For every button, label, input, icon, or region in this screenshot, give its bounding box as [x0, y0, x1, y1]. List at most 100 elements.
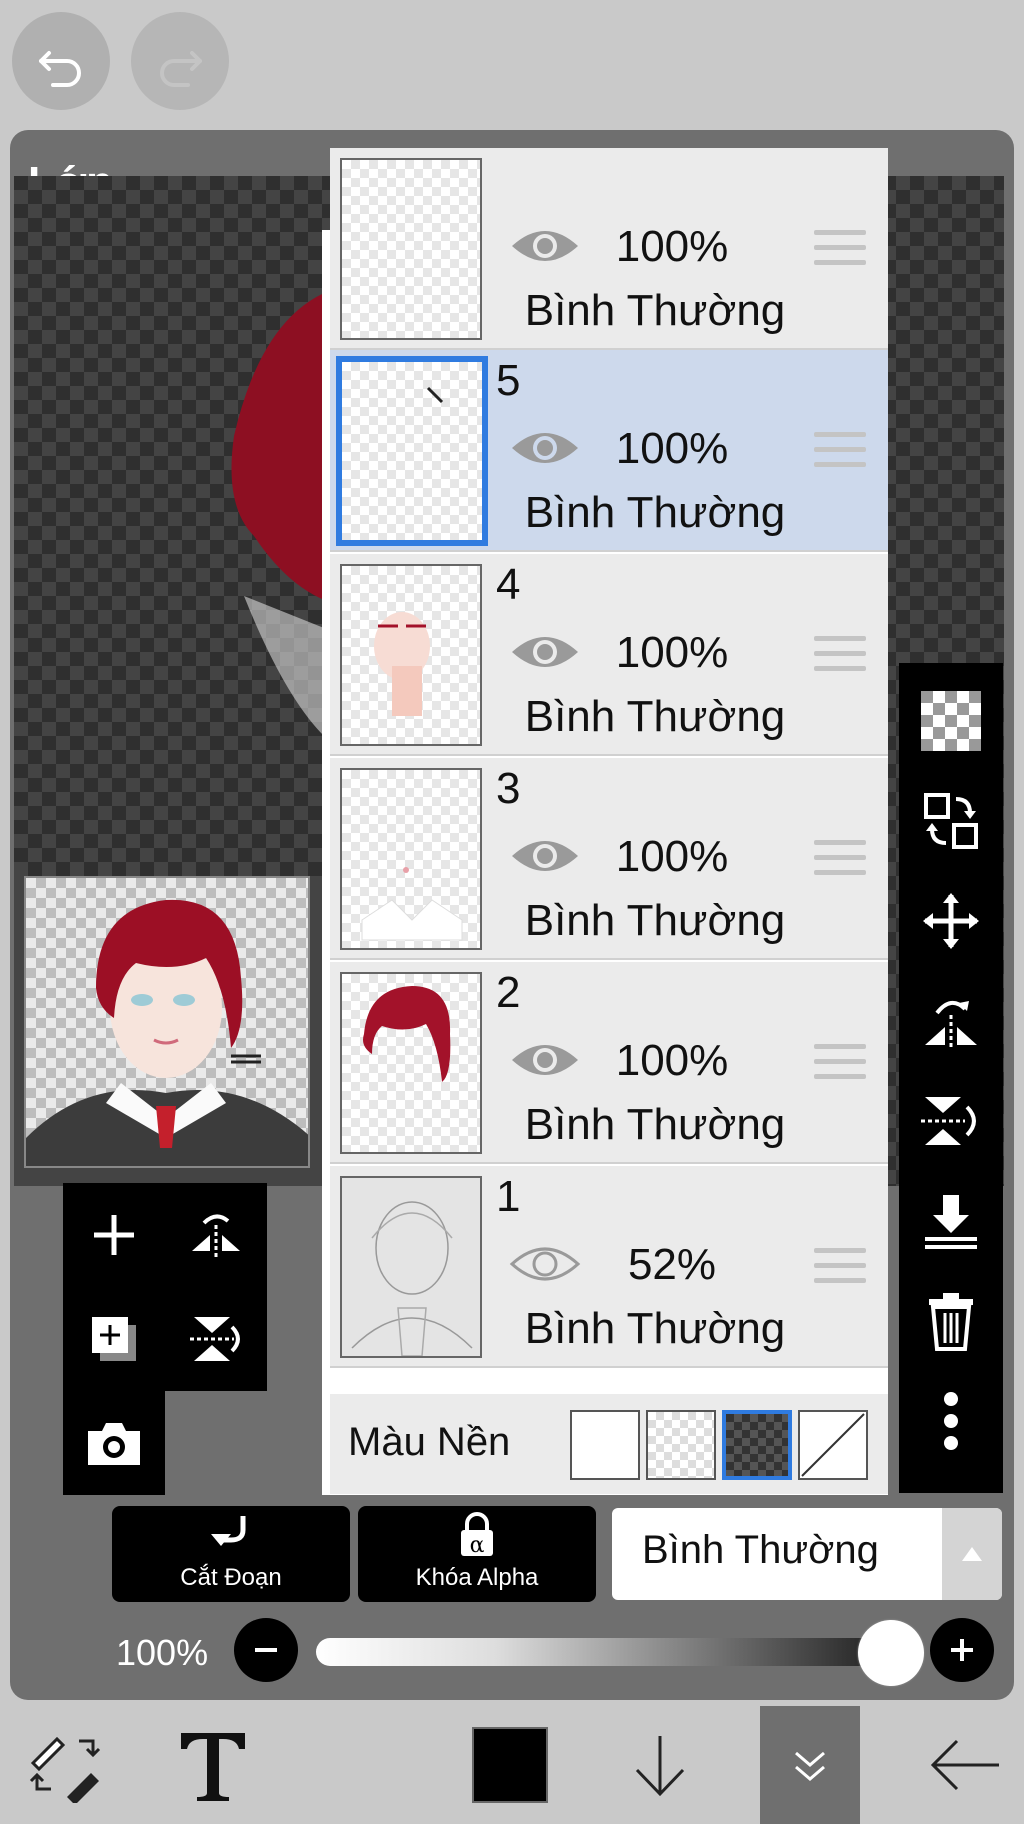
eye-icon[interactable] — [508, 628, 582, 676]
flip-button[interactable] — [165, 1183, 267, 1287]
collapse-panel-button[interactable] — [760, 1706, 860, 1824]
blend-mode-select[interactable]: Bình Thường — [612, 1508, 1002, 1600]
layer-number: 4 — [496, 560, 521, 609]
redo-button[interactable] — [131, 12, 229, 110]
layer-blend-mode: Bình Thường — [524, 488, 786, 537]
opacity-value: 100% — [116, 1632, 209, 1673]
flip-vertical-button[interactable] — [899, 1071, 1003, 1171]
drag-handle-icon[interactable] — [814, 840, 866, 876]
layer-row[interactable]: 100% Bình Thường — [330, 148, 888, 350]
drag-handle-icon[interactable] — [814, 1044, 866, 1080]
drag-handle-icon[interactable] — [814, 432, 866, 468]
back-button[interactable] — [920, 1706, 1010, 1824]
duplicate-layer-button[interactable] — [63, 1287, 165, 1391]
bg-transparent-swatch[interactable] — [646, 1410, 716, 1480]
transparency-button[interactable] — [899, 671, 1003, 771]
undo-icon — [39, 51, 81, 87]
brush-eraser-switch-icon — [29, 1736, 101, 1803]
layers-list[interactable]: 100% Bình Thường 5 100% Bình Thường 4 10… — [322, 148, 888, 1495]
collapse-icon — [795, 1751, 825, 1781]
top-bar — [0, 0, 1024, 130]
layer-opacity: 100% — [615, 628, 729, 677]
camera-icon — [88, 1423, 140, 1465]
bg-white-swatch[interactable] — [570, 1410, 640, 1480]
swap-layers-button[interactable] — [899, 771, 1003, 871]
move-button[interactable] — [899, 871, 1003, 971]
opacity-slider-thumb[interactable] — [858, 1620, 924, 1686]
opacity-increase-button[interactable] — [930, 1618, 994, 1682]
canvas-preview[interactable] — [24, 876, 310, 1168]
layer-row-selected[interactable]: 5 100% Bình Thường — [330, 350, 888, 552]
more-options-button[interactable] — [899, 1371, 1003, 1471]
text-icon — [181, 1733, 245, 1801]
bg-none-swatch[interactable] — [798, 1410, 868, 1480]
thumbnail-art — [361, 867, 463, 941]
text-tool-button[interactable] — [168, 1706, 258, 1824]
eye-icon[interactable] — [508, 222, 582, 270]
move-icon — [923, 893, 979, 949]
layer-opacity: 100% — [615, 424, 729, 473]
camera-button[interactable] — [63, 1391, 165, 1495]
eye-outline-icon[interactable] — [508, 1240, 582, 1288]
triangle-up-icon — [962, 1547, 982, 1561]
down-arrow-icon — [635, 1736, 685, 1797]
undo-button[interactable] — [12, 12, 110, 110]
drag-handle-icon[interactable] — [814, 1248, 866, 1284]
blend-mode-value: Bình Thường — [642, 1528, 879, 1572]
layer-number: 2 — [496, 968, 521, 1017]
layer-opacity: 100% — [615, 1036, 729, 1085]
layer-blend-mode: Bình Thường — [524, 1304, 786, 1353]
layer-opacity: 52% — [627, 1240, 717, 1289]
checker-icon — [921, 691, 981, 751]
drag-handle-icon[interactable] — [814, 230, 866, 266]
background-color-row: Màu Nền — [330, 1394, 888, 1494]
add-layer-icon — [94, 1215, 134, 1255]
clipping-arrow-icon — [211, 1516, 246, 1546]
layer-row[interactable]: 3 100% Bình Thường — [330, 758, 888, 960]
layer-number: 1 — [496, 1172, 521, 1221]
layer-thumbnail[interactable] — [340, 768, 482, 950]
blend-mode-dropdown-button[interactable] — [942, 1508, 1002, 1600]
opacity-slider-track[interactable] — [316, 1638, 916, 1666]
drag-handle-icon[interactable] — [814, 636, 866, 672]
flip-horizontal-button[interactable] — [899, 971, 1003, 1071]
layer-blend-mode: Bình Thường — [524, 286, 786, 335]
current-color-button[interactable] — [470, 1706, 550, 1824]
add-layer-button[interactable] — [63, 1183, 165, 1287]
layer-number: 3 — [496, 764, 521, 813]
merge-down-button[interactable] — [899, 1171, 1003, 1271]
clipping-label: Cắt Đoạn — [180, 1564, 282, 1591]
add-layer-copy-icon — [92, 1317, 136, 1361]
layer-opacity: 100% — [615, 832, 729, 881]
delete-layer-button[interactable] — [899, 1271, 1003, 1371]
more-icon — [944, 1392, 958, 1450]
layer-thumbnail[interactable] — [340, 158, 482, 340]
layer-thumbnail[interactable] — [340, 972, 482, 1154]
layer-thumbnail[interactable] — [340, 1176, 482, 1358]
flip-horizontal-icon — [925, 1001, 977, 1049]
eye-icon[interactable] — [508, 424, 582, 472]
plus-icon — [951, 1639, 973, 1661]
layer-row[interactable]: 4 100% Bình Thường — [330, 554, 888, 756]
redo-icon — [160, 51, 202, 87]
clipping-button[interactable]: Cắt Đoạn — [112, 1506, 350, 1602]
opacity-decrease-button[interactable] — [234, 1618, 298, 1682]
layer-row[interactable]: 2 100% Bình Thường — [330, 962, 888, 1164]
layer-number: 5 — [496, 356, 521, 405]
flip-vertical-button[interactable] — [165, 1287, 267, 1391]
layer-row[interactable]: 1 52% Bình Thường — [330, 1166, 888, 1368]
flip-vertical-icon — [190, 1317, 240, 1361]
minus-icon — [255, 1648, 277, 1652]
layer-down-button[interactable] — [620, 1706, 700, 1824]
layer-thumbnail[interactable] — [340, 564, 482, 746]
eye-icon[interactable] — [508, 1036, 582, 1084]
brush-eraser-switch-button[interactable] — [20, 1706, 110, 1824]
alpha-lock-button[interactable]: α Khóa Alpha — [358, 1506, 596, 1602]
layer-thumbnail[interactable] — [336, 356, 488, 546]
swap-layers-icon — [924, 793, 978, 849]
background-color-label: Màu Nền — [348, 1420, 511, 1464]
eye-icon[interactable] — [508, 832, 582, 880]
character-preview — [26, 899, 308, 1166]
bg-dark-checker-swatch[interactable] — [722, 1410, 792, 1480]
thumbnail-art — [426, 386, 444, 404]
